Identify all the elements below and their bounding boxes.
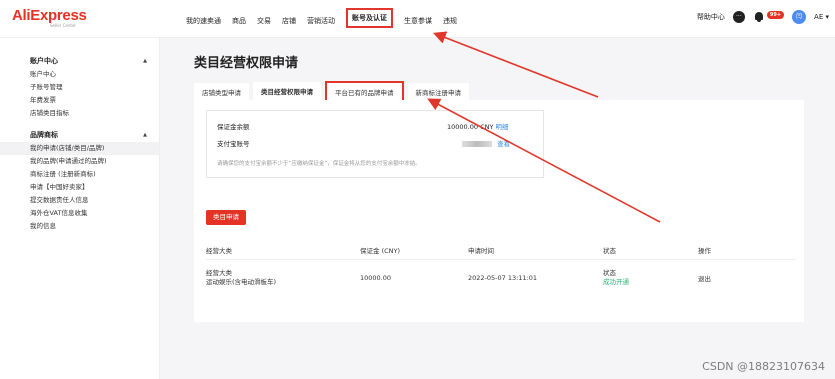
status-cell: 状态 成功开通 bbox=[603, 269, 698, 287]
chevron-up-icon: ▲ bbox=[143, 58, 147, 64]
sidebar-item[interactable]: 海外仓VAT信息收集 bbox=[0, 207, 159, 220]
bell-icon[interactable] bbox=[753, 11, 765, 23]
column-header: 状态 bbox=[603, 246, 616, 255]
exit-action-link[interactable]: 退出 bbox=[698, 273, 778, 283]
alipay-view-link[interactable]: 查看 bbox=[497, 140, 510, 148]
logo-text: AliExpress bbox=[12, 7, 87, 24]
sidebar: 账户中心 ▲ 账户中心 子账号管理 年费发票 店铺类目指标 品牌商标 ▲ 我的申… bbox=[0, 38, 160, 379]
sidebar-item[interactable]: 年费发票 bbox=[0, 94, 159, 107]
nav-item-store[interactable]: 店铺 bbox=[282, 16, 296, 26]
sidebar-group-title: 品牌商标 bbox=[30, 131, 58, 139]
status-label: 状态 bbox=[603, 269, 616, 277]
chat-icon[interactable]: ··· bbox=[732, 11, 745, 23]
time-cell: 2022-05-07 13:11:01 bbox=[468, 274, 538, 282]
deposit-cell: 10000.00 bbox=[360, 274, 392, 282]
nav-item-marketing[interactable]: 营销活动 bbox=[307, 16, 335, 26]
tab-store-type[interactable]: 店铺类型申请 bbox=[194, 83, 249, 101]
table-row: 经营大类 运动娱乐(含电动滑板车) 10000.00 2022-05-07 13… bbox=[206, 260, 796, 296]
status-badge: 成功开通 bbox=[603, 278, 629, 286]
sidebar-group-header[interactable]: 账户中心 ▲ bbox=[0, 54, 159, 68]
category-label: 经营大类 bbox=[206, 269, 232, 277]
deposit-amount: 10000.00 CNY 明细 bbox=[447, 121, 509, 131]
nav-item-business-advisor[interactable]: 生意参谋 bbox=[404, 16, 432, 26]
chevron-up-icon: ▲ bbox=[143, 132, 147, 138]
deposit-note: 请确保您的支付宝余额不少于“应缴纳保证金”，保证金将从您的支付宝余额中冻结。 bbox=[217, 161, 421, 167]
alipay-account: 查看 bbox=[462, 138, 510, 148]
tab-category-permission[interactable]: 类目经营权限申请 bbox=[253, 82, 321, 102]
column-header: 经营大类 bbox=[206, 246, 232, 255]
column-header: 保证金 (CNY) bbox=[360, 246, 401, 255]
table-header: 经营大类 保证金 (CNY) 申请时间 状态 操作 bbox=[206, 240, 796, 260]
help-center-link[interactable]: 帮助中心 bbox=[697, 12, 725, 22]
sidebar-group-account: 账户中心 ▲ 账户中心 子账号管理 年费发票 店铺类目指标 bbox=[0, 54, 159, 120]
nav-item-orders[interactable]: 交易 bbox=[257, 16, 271, 26]
nav-item-violations[interactable]: 违规 bbox=[443, 16, 457, 26]
deposit-detail-link[interactable]: 明细 bbox=[496, 123, 509, 131]
sidebar-item-my-applications[interactable]: 我的申请(店铺/类目/品牌) bbox=[0, 142, 159, 155]
masked-account bbox=[462, 141, 492, 147]
nav-item-products[interactable]: 商品 bbox=[232, 16, 246, 26]
notification-badge: 99+ bbox=[766, 11, 785, 19]
sidebar-group-title: 账户中心 bbox=[30, 57, 58, 65]
avatar[interactable]: 闫 bbox=[792, 10, 807, 24]
main-nav: 我的速卖通 商品 交易 店铺 营销活动 账号及认证 生意参谋 违规 bbox=[186, 8, 468, 28]
sidebar-item[interactable]: 提交数据责任人信息 bbox=[0, 194, 159, 207]
user-menu[interactable]: AE ▾ bbox=[814, 13, 829, 21]
column-header: 操作 bbox=[698, 246, 711, 255]
category-value: 运动娱乐(含电动滑板车) bbox=[206, 278, 277, 286]
sidebar-item[interactable]: 商标注册 (注册新商标) bbox=[0, 168, 159, 181]
category-cell: 经营大类 运动娱乐(含电动滑板车) bbox=[206, 269, 360, 287]
deposit-info-box: 保证金余额 10000.00 CNY 明细 支付宝账号 查看 请确保您的支付宝余… bbox=[206, 110, 544, 178]
application-card: 保证金余额 10000.00 CNY 明细 支付宝账号 查看 请确保您的支付宝余… bbox=[194, 100, 804, 322]
sidebar-item[interactable]: 我的品牌(申请通过的品牌) bbox=[0, 155, 159, 168]
sidebar-item[interactable]: 申请【中国好卖家】 bbox=[0, 181, 159, 194]
sidebar-group-header[interactable]: 品牌商标 ▲ bbox=[0, 128, 159, 142]
deposit-label: 保证金余额 bbox=[217, 123, 250, 131]
nav-item-account-verification[interactable]: 账号及认证 bbox=[346, 8, 393, 28]
sidebar-item[interactable]: 账户中心 bbox=[0, 68, 159, 81]
tab-new-trademark[interactable]: 新商标注册申请 bbox=[407, 83, 469, 101]
main-content: 类目经营权限申请 店铺类型申请 类目经营权限申请 平台已有的品牌申请 新商标注册… bbox=[160, 38, 835, 379]
top-right-tools: 帮助中心 ··· 99+ 闫 AE ▾ bbox=[697, 10, 829, 24]
sidebar-item[interactable]: 子账号管理 bbox=[0, 81, 159, 94]
page-title: 类目经营权限申请 bbox=[194, 56, 299, 71]
aliexpress-logo[interactable]: AliExpress Seller Center bbox=[12, 8, 87, 28]
top-navigation-bar: AliExpress Seller Center 我的速卖通 商品 交易 店铺 … bbox=[0, 0, 835, 38]
sidebar-group-brand: 品牌商标 ▲ 我的申请(店铺/类目/品牌) 我的品牌(申请通过的品牌) 商标注册… bbox=[0, 128, 159, 233]
nav-item-my-aliexpress[interactable]: 我的速卖通 bbox=[186, 16, 221, 26]
watermark: CSDN @18823107634 bbox=[702, 360, 825, 373]
category-apply-button[interactable]: 类目申请 bbox=[206, 210, 246, 225]
sidebar-item[interactable]: 店铺类目指标 bbox=[0, 107, 159, 120]
column-header: 申请时间 bbox=[468, 246, 494, 255]
alipay-label: 支付宝账号 bbox=[217, 140, 250, 148]
deposit-amount-value: 10000.00 CNY bbox=[447, 123, 494, 131]
sidebar-item[interactable]: 我的信息 bbox=[0, 220, 159, 233]
applications-table: 经营大类 保证金 (CNY) 申请时间 状态 操作 经营大类 运动娱乐(含电动滑… bbox=[206, 240, 796, 296]
